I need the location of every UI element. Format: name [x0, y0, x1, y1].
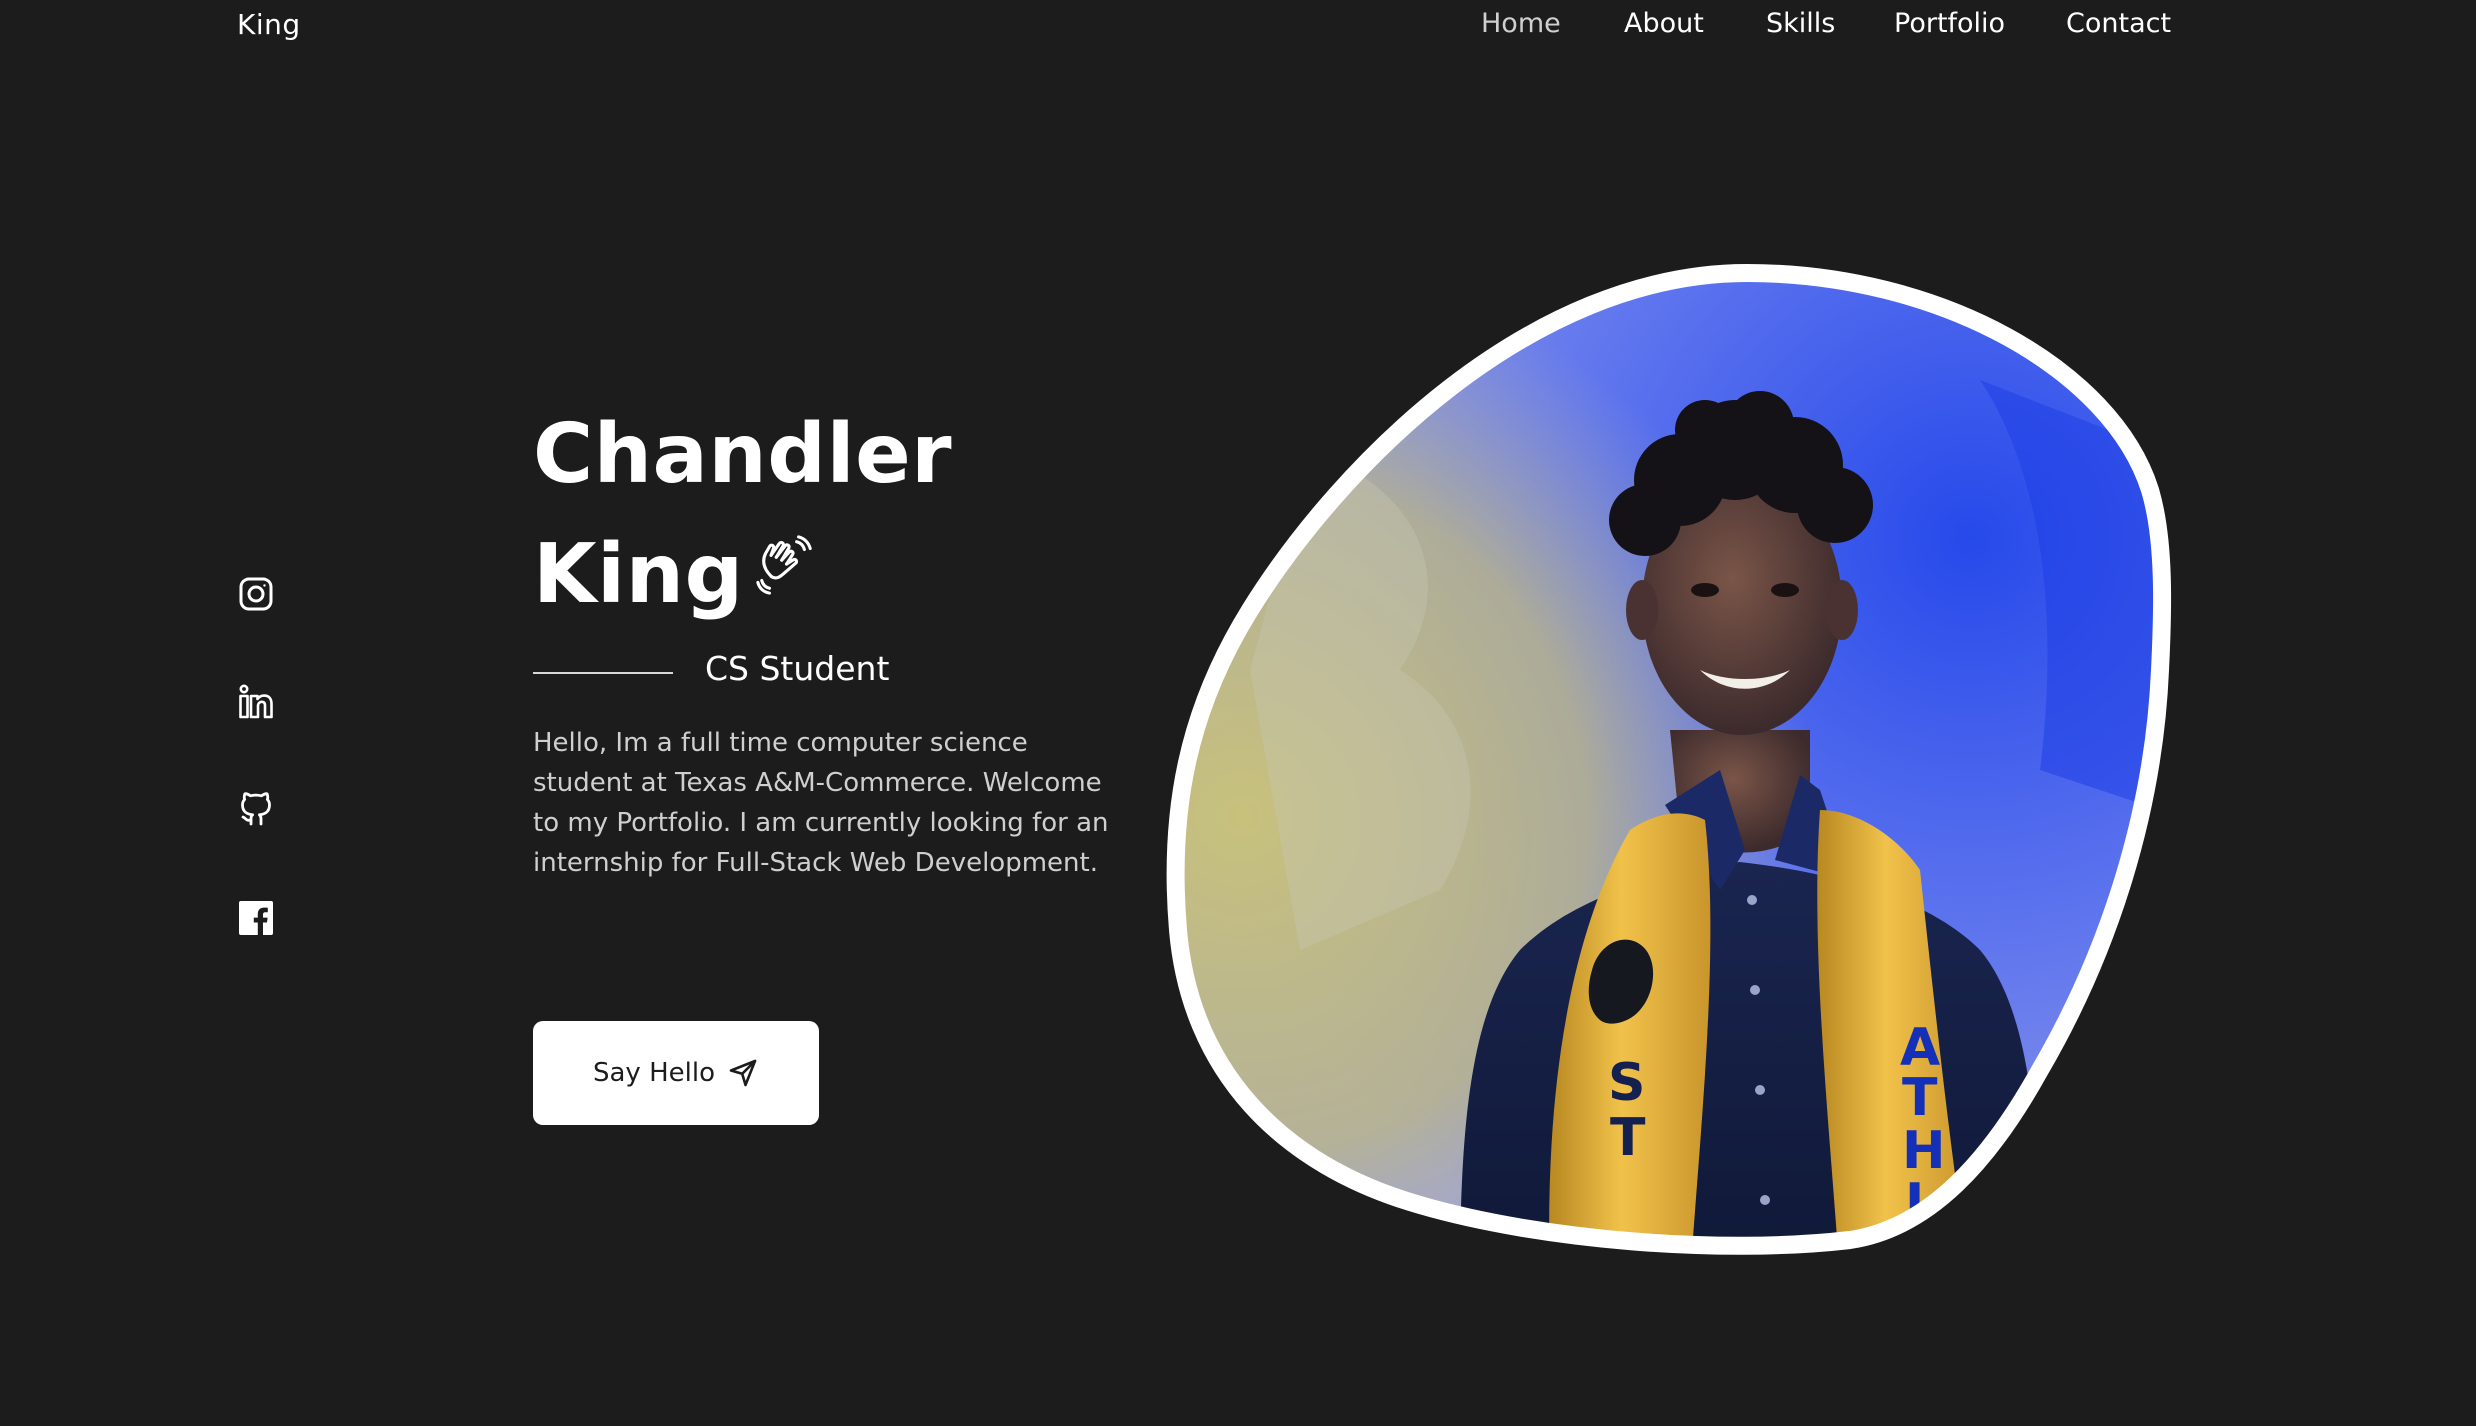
- portrait-image: S T A T H L: [1166, 263, 2172, 1255]
- nav-contact-link[interactable]: Contact: [2066, 8, 2171, 39]
- svg-text:H: H: [1902, 1121, 1946, 1181]
- say-hello-label: Say Hello: [593, 1058, 715, 1088]
- svg-text:T: T: [1610, 1108, 1646, 1168]
- github-icon[interactable]: [236, 788, 276, 828]
- subtitle-row: CS Student: [533, 649, 1153, 693]
- say-hello-button[interactable]: Say Hello: [533, 1021, 819, 1125]
- hero-name: Chandler King: [533, 395, 1153, 635]
- subtitle-divider: [533, 672, 673, 674]
- hero-name-last-row: King: [533, 515, 1153, 635]
- linkedin-icon[interactable]: [236, 682, 276, 722]
- hero-description: Hello, Im a full time computer science s…: [533, 728, 1109, 878]
- nav-home-link[interactable]: Home: [1481, 8, 1561, 39]
- nav-portfolio-link[interactable]: Portfolio: [1894, 8, 2005, 39]
- instagram-icon[interactable]: [236, 574, 276, 614]
- portrait-blob: S T A T H L: [1160, 250, 2200, 1280]
- svg-text:T: T: [1902, 1068, 1938, 1128]
- hero-subtitle: CS Student: [705, 649, 890, 688]
- nav-about-link[interactable]: About: [1624, 8, 1704, 39]
- hero-name-first: Chandler: [533, 407, 953, 502]
- site-header: King Home About Skills Portfolio Contact: [0, 0, 2476, 56]
- nav-skills-link[interactable]: Skills: [1766, 8, 1835, 39]
- stole-left-text: S: [1608, 1053, 1645, 1113]
- page: King Home About Skills Portfolio Contact: [0, 0, 2476, 1426]
- hero-name-last: King: [533, 527, 744, 622]
- main-nav: Home About Skills Portfolio Contact: [0, 8, 2476, 48]
- waving-hand-icon: [756, 535, 812, 595]
- hero-section: Chandler King CS Student Hello, Im a ful…: [533, 395, 1153, 1125]
- facebook-icon[interactable]: [236, 898, 276, 938]
- send-icon: [729, 1059, 757, 1087]
